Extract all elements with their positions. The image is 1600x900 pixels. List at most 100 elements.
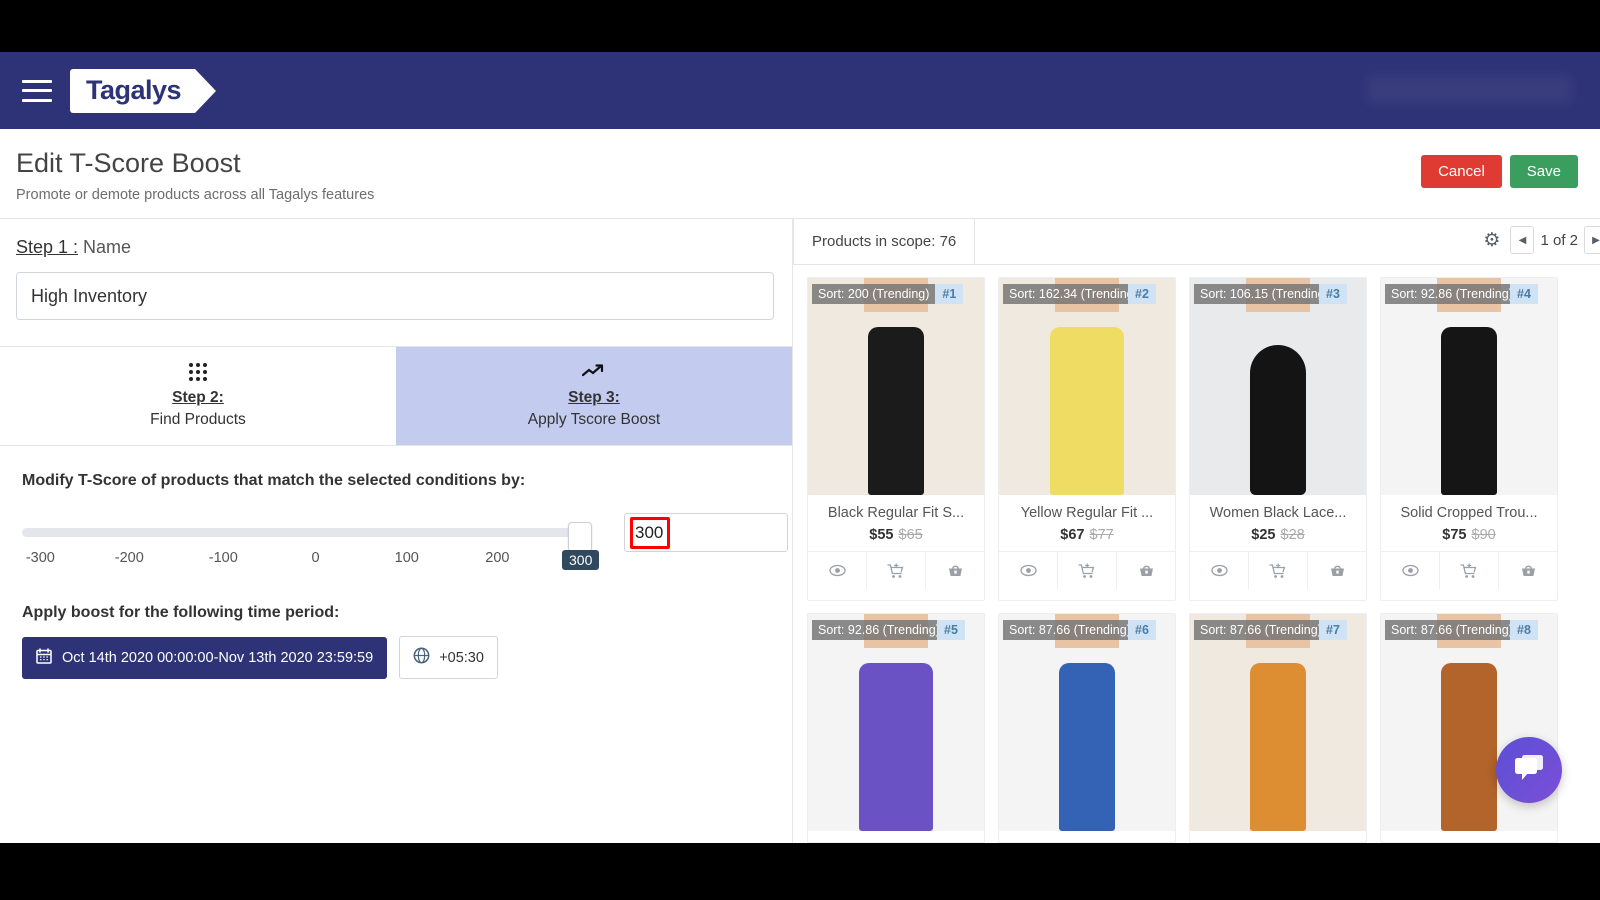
cancel-button[interactable]: Cancel <box>1421 155 1502 188</box>
product-price: $55 $65 <box>814 527 978 543</box>
products-in-scope-label: Products in scope: 76 <box>793 218 976 265</box>
eye-icon[interactable] <box>1381 552 1439 589</box>
page-header: Edit T-Score Boost Promote or demote pro… <box>0 129 1600 219</box>
product-card[interactable]: Sort: 162.34 (Trending) #2 Yellow Regula… <box>998 277 1176 601</box>
product-price-current: $25 <box>1251 527 1276 543</box>
tab-step2-title: Step 2: <box>172 389 224 406</box>
product-card[interactable]: Sort: 87.66 (Trending) #8 <box>1380 613 1558 843</box>
hamburger-icon[interactable] <box>22 79 52 102</box>
date-range-text: Oct 14th 2020 00:00:00-Nov 13th 2020 23:… <box>62 649 374 666</box>
product-image: Sort: 106.15 (Trending) #3 <box>1190 278 1366 495</box>
product-photo <box>1381 278 1557 495</box>
page-title: Edit T-Score Boost <box>16 148 241 178</box>
basket-icon[interactable] <box>1498 552 1557 589</box>
eye-icon[interactable] <box>808 552 866 589</box>
eye-icon[interactable] <box>999 552 1057 589</box>
product-name: Women Black Lace... <box>1209 505 1347 521</box>
add-to-cart-icon[interactable] <box>1248 552 1307 589</box>
product-price-current: $55 <box>869 527 894 543</box>
add-to-cart-icon[interactable] <box>1057 552 1116 589</box>
pagination: ◀ 1 of 2 ▶ <box>1510 226 1600 254</box>
product-card[interactable]: Sort: 92.86 (Trending) #4 Solid Cropped … <box>1380 277 1558 601</box>
prev-page-button[interactable]: ◀ <box>1510 226 1535 254</box>
save-button[interactable]: Save <box>1509 155 1578 188</box>
gear-icon[interactable]: ⚙ <box>1483 231 1500 250</box>
tab-step2-find-products[interactable]: Step 2: Find Products <box>0 347 396 445</box>
logo-arrow-shape <box>195 68 217 113</box>
slider-track[interactable] <box>22 522 592 552</box>
timezone-button[interactable]: +05:30 <box>399 636 498 679</box>
product-price-current: $75 <box>1442 527 1467 543</box>
add-to-cart-icon[interactable] <box>1439 552 1498 589</box>
product-rank-badge: #2 <box>1128 284 1156 304</box>
chat-bubble-icon <box>1512 753 1546 788</box>
product-rank-badge: #7 <box>1319 620 1347 640</box>
tab-step3-title: Step 3: <box>568 389 620 406</box>
product-photo <box>999 614 1175 831</box>
preview-panel: Products in scope: 76 ⚙ ◀ 1 of 2 ▶ Sort:… <box>793 218 1600 843</box>
letterbox-top <box>0 0 1600 52</box>
product-price: $25 $28 <box>1196 527 1360 543</box>
product-price: $67 $77 <box>1005 527 1169 543</box>
step1-label-strong: Step 1 : <box>16 237 79 257</box>
product-card[interactable]: Sort: 92.86 (Trending) #5 <box>807 613 985 843</box>
product-info: Black Regular Fit S... $55 $65 <box>808 495 984 551</box>
tab-step3-apply-tscore-boost[interactable]: Step 3: Apply Tscore Boost <box>396 347 792 445</box>
slider-tick: 0 <box>311 550 320 566</box>
app-viewport: Tagalys Edit T-Score Boost Promote or de… <box>0 52 1600 843</box>
slider-tick-labels: -300 -200 -100 0 100 200 <box>22 550 578 570</box>
next-page-button[interactable]: ▶ <box>1584 226 1600 254</box>
trending-up-icon <box>581 363 606 385</box>
navbar-account-region[interactable] <box>1367 76 1572 104</box>
tab-step2-subtitle: Find Products <box>150 411 246 428</box>
chat-widget-button[interactable] <box>1496 737 1562 803</box>
tab-step3-subtitle: Apply Tscore Boost <box>527 411 661 428</box>
basket-icon[interactable] <box>1116 552 1175 589</box>
logo-text: Tagalys <box>86 75 182 105</box>
product-info: Women Black Lace... $25 $28 <box>1190 495 1366 551</box>
product-photo <box>808 278 984 495</box>
product-card[interactable]: Sort: 106.15 (Trending) #3 Women Black L… <box>1189 277 1367 601</box>
slider-tick: -100 <box>208 550 238 566</box>
eye-icon[interactable] <box>1190 552 1248 589</box>
product-badges: Sort: 87.66 (Trending) #8 <box>1385 620 1553 640</box>
product-card[interactable]: Sort: 200 (Trending) #1 Black Regular Fi… <box>807 277 985 601</box>
basket-icon[interactable] <box>1307 552 1366 589</box>
product-rank-badge: #4 <box>1510 284 1538 304</box>
grid-dots-icon <box>189 363 207 385</box>
boost-slider-row: -300 -200 -100 0 100 200 300 <box>22 513 882 574</box>
letterbox-bottom <box>0 843 1600 900</box>
product-photo <box>1190 278 1366 495</box>
date-range-button[interactable]: Oct 14th 2020 00:00:00-Nov 13th 2020 23:… <box>22 636 388 679</box>
boost-slider[interactable]: -300 -200 -100 0 100 200 <box>22 516 592 566</box>
name-input[interactable] <box>16 272 774 320</box>
slider-handle[interactable] <box>568 522 592 552</box>
product-badges: Sort: 87.66 (Trending) #7 <box>1194 620 1362 640</box>
product-badges: Sort: 162.34 (Trending) #2 <box>1003 284 1171 304</box>
boost-number-stepper[interactable] <box>624 513 882 552</box>
product-card[interactable]: Sort: 87.66 (Trending) #7 <box>1189 613 1367 843</box>
product-photo <box>999 278 1175 495</box>
editor-panel: Step 1 : Name Step 2: Find Products <box>0 219 882 843</box>
step1-label: Step 1 : Name <box>16 237 773 258</box>
product-card[interactable]: Sort: 87.66 (Trending) #6 <box>998 613 1176 843</box>
product-name: Black Regular Fit S... <box>827 505 965 521</box>
product-photo <box>1190 614 1366 831</box>
app-logo[interactable]: Tagalys <box>70 68 217 113</box>
product-price-current: $67 <box>1060 527 1085 543</box>
product-actions <box>1381 551 1557 589</box>
globe-icon <box>413 647 430 668</box>
add-to-cart-icon[interactable] <box>866 552 925 589</box>
product-badges: Sort: 92.86 (Trending) #5 <box>812 620 980 640</box>
step-tabs: Step 2: Find Products Step 3: Apply Tsco… <box>0 346 792 446</box>
product-sort-badge: Sort: 92.86 (Trending) <box>812 620 937 640</box>
scope-bar: Products in scope: 76 ⚙ ◀ 1 of 2 ▶ <box>793 218 1600 265</box>
basket-icon[interactable] <box>925 552 984 589</box>
product-image: Sort: 87.66 (Trending) #7 <box>1190 614 1366 831</box>
product-info: Solid Cropped Trou... $75 $90 <box>1381 495 1557 551</box>
body-columns: Step 1 : Name Step 2: Find Products <box>0 218 1600 843</box>
product-actions <box>1190 551 1366 589</box>
boost-label: Modify T-Score of products that match th… <box>22 472 526 489</box>
product-sort-badge: Sort: 87.66 (Trending) <box>1385 620 1510 640</box>
product-price-compare: $65 <box>898 527 923 543</box>
